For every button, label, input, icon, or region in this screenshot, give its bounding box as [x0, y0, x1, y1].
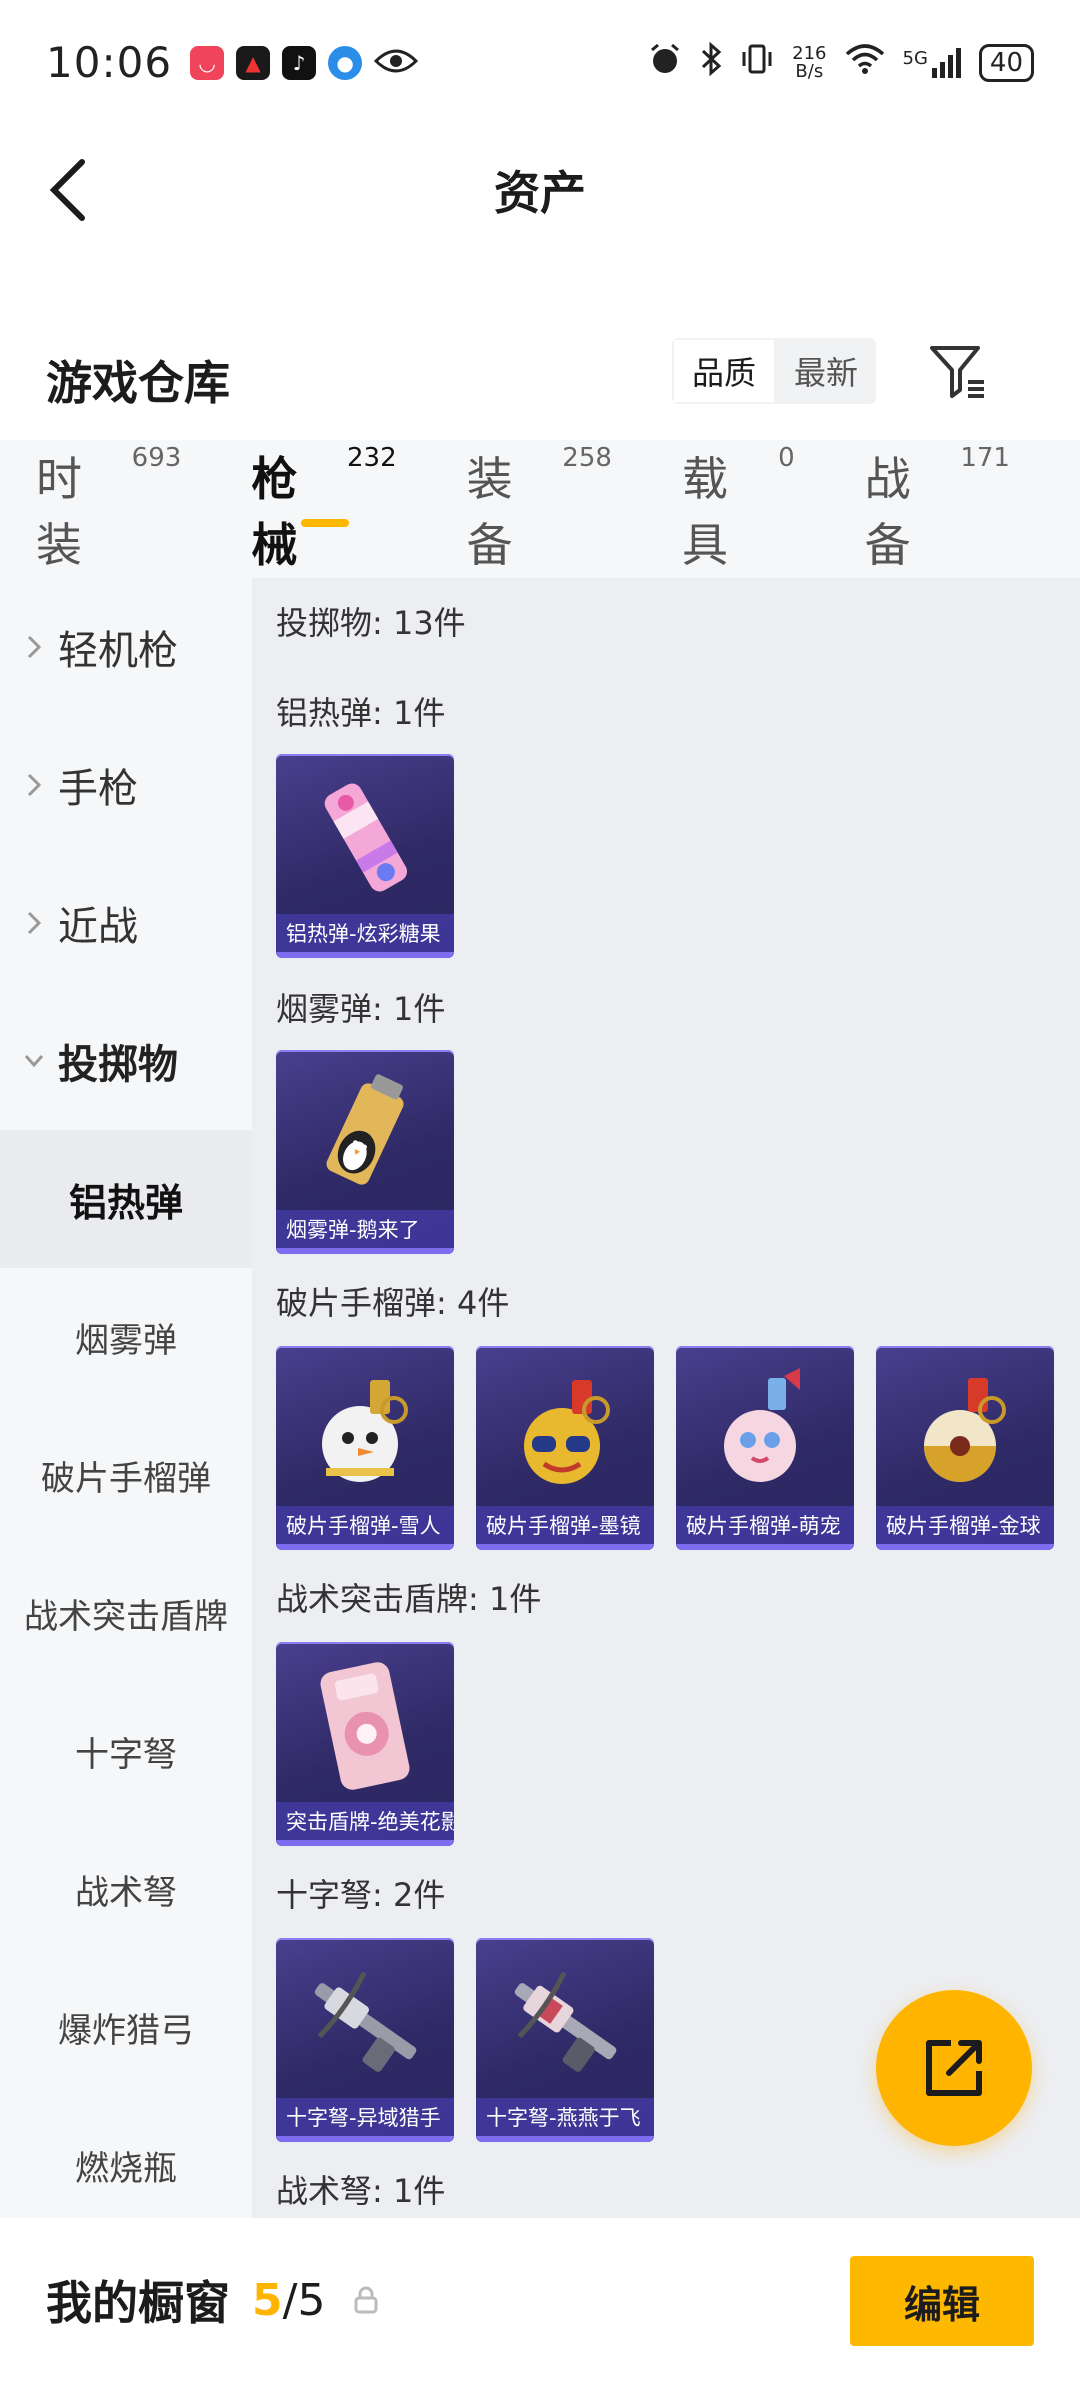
battery-indicator: 40: [978, 43, 1034, 82]
category-tabs: 时装 693 枪械 232 装备 258 载具 0 战备 171: [0, 440, 1080, 578]
chevron-right-icon: [27, 911, 42, 935]
pet-grenade-icon: [724, 1368, 800, 1482]
item-card-label: 十字弩-燕燕于飞: [476, 2098, 654, 2136]
bluetooth-icon: [700, 41, 722, 84]
chevron-right-icon: [27, 635, 42, 659]
item-card-label: 铝热弹-炫彩糖果: [276, 914, 454, 952]
section-header: 游戏仓库 品质 最新: [0, 320, 1080, 440]
sidebar-subitem-thermite[interactable]: 铝热弹: [0, 1130, 252, 1268]
network-speed: 216 B/s: [792, 42, 827, 82]
sidebar-subitem-smoke[interactable]: 烟雾弹: [0, 1268, 252, 1406]
sidebar-subitem-explosive-bow[interactable]: 爆炸猎弓: [0, 1958, 252, 2096]
sidebar-subitem-crossbow[interactable]: 十字弩: [0, 1682, 252, 1820]
item-card[interactable]: 破片手榴弹-金球: [876, 1346, 1054, 1550]
lock-icon: [354, 2286, 378, 2314]
crossbow-icon: [314, 1971, 417, 2072]
item-card[interactable]: 突击盾牌-绝美花影: [276, 1642, 454, 1846]
tab-vehicles[interactable]: 载具 0: [682, 443, 795, 575]
item-card[interactable]: 十字弩-燕燕于飞: [476, 1938, 654, 2142]
item-grid: 投掷物: 13件 铝热弹: 1件 铝热弹-炫彩糖果 烟雾弹: 1件 烟雾弹-鹅来…: [252, 578, 1080, 2218]
gold-ball-grenade-icon: [924, 1378, 1006, 1482]
active-tab-indicator: [301, 519, 350, 527]
filter-icon: [930, 346, 984, 398]
shopping-app-icon: ◡: [190, 45, 225, 80]
sort-option-quality[interactable]: 品质: [672, 338, 776, 404]
tab-equipment[interactable]: 装备 258: [467, 443, 612, 575]
sidebar-subitem-frag[interactable]: 破片手榴弹: [0, 1406, 252, 1544]
item-card[interactable]: 烟雾弹-鹅来了: [276, 1050, 454, 1254]
back-button[interactable]: [38, 155, 98, 225]
flower-shield-icon: [320, 1662, 410, 1790]
sort-toggle: 品质 最新: [672, 338, 876, 404]
sunglasses-grenade-icon: [524, 1380, 610, 1484]
group-title-frag: 破片手榴弹: 4件: [276, 1284, 510, 1322]
chevron-down-icon: [24, 1055, 44, 1068]
filter-button[interactable]: [928, 342, 988, 402]
showcase-count: 5/5: [252, 2274, 326, 2326]
group-title-thermite: 铝热弹: 1件: [276, 694, 446, 732]
item-card-label: 破片手榴弹-墨镜: [476, 1506, 654, 1544]
item-card[interactable]: 铝热弹-炫彩糖果: [276, 754, 454, 958]
vibrate-icon: [740, 42, 774, 84]
sidebar-item-lmg[interactable]: 轻机枪: [0, 578, 252, 716]
penguin-smoke-grenade-icon: [326, 1074, 404, 1185]
category-sidebar: 轻机枪 手枪 近战 投掷物 铝热弹 烟雾弹 破片手榴弹 战术突击盾牌 十字弩 战…: [0, 578, 252, 2218]
throwables-summary: 投掷物: 13件: [276, 604, 466, 642]
group-title-crossbow: 十字弩: 2件: [276, 1876, 446, 1914]
item-card[interactable]: 破片手榴弹-墨镜: [476, 1346, 654, 1550]
page-title: 资产: [494, 166, 586, 220]
item-card[interactable]: 破片手榴弹-雪人: [276, 1346, 454, 1550]
sidebar-item-pistol[interactable]: 手枪: [0, 716, 252, 854]
tiktok-icon: ♪: [282, 45, 317, 80]
notification-icons: ◡ ▲ ♪ ●: [190, 45, 419, 80]
sidebar-subitem-tactical-crossbow[interactable]: 战术弩: [0, 1820, 252, 1958]
group-title-smoke: 烟雾弹: 1件: [276, 990, 446, 1028]
status-time: 10:06: [46, 38, 173, 87]
item-card-label: 烟雾弹-鹅来了: [276, 1210, 454, 1248]
edit-button[interactable]: 编辑: [850, 2256, 1034, 2346]
sidebar-subitem-shield[interactable]: 战术突击盾牌: [0, 1544, 252, 1682]
item-card-label: 十字弩-异域猎手: [276, 2098, 454, 2136]
item-card[interactable]: 十字弩-异域猎手: [276, 1938, 454, 2142]
item-card[interactable]: 破片手榴弹-萌宠: [676, 1346, 854, 1550]
crossbow-icon: [514, 1971, 617, 2072]
external-link-icon: [926, 2040, 982, 2096]
eye-icon: [373, 46, 419, 80]
group-title-tactical-crossbow: 战术弩: 1件: [276, 2172, 446, 2210]
candy-grenade-icon: [324, 783, 408, 892]
sidebar-subitem-molotov[interactable]: 燃烧瓶: [0, 2096, 252, 2234]
showcase-label: 我的橱窗: [46, 2276, 230, 2330]
chevron-right-icon: [27, 773, 42, 797]
game-app-icon: ▲: [236, 45, 271, 80]
showcase-bar: 我的橱窗 5/5 编辑: [0, 2218, 1080, 2382]
sidebar-item-throwables[interactable]: 投掷物: [0, 992, 252, 1130]
app-header: 资产: [0, 125, 1080, 255]
item-card-label: 破片手榴弹-雪人: [276, 1506, 454, 1544]
item-card-label: 突击盾牌-绝美花影: [276, 1802, 454, 1840]
sort-option-latest[interactable]: 最新: [776, 338, 876, 404]
sidebar-item-melee[interactable]: 近战: [0, 854, 252, 992]
item-card-label: 破片手榴弹-金球: [876, 1506, 1054, 1544]
share-button[interactable]: [876, 1990, 1032, 2146]
section-title: 游戏仓库: [46, 356, 230, 410]
tab-fashion[interactable]: 时装 693: [36, 443, 181, 575]
alarm-icon: [648, 42, 682, 84]
tab-firearms[interactable]: 枪械 232: [251, 443, 396, 575]
wifi-icon: [845, 43, 885, 82]
cellular-signal: 5G: [903, 47, 961, 78]
snowman-grenade-icon: [322, 1380, 408, 1482]
browser-icon: ●: [328, 45, 363, 80]
item-card-label: 破片手榴弹-萌宠: [676, 1506, 854, 1544]
tab-supplies[interactable]: 战备 171: [865, 443, 1010, 575]
status-bar: 10:06 ◡ ▲ ♪ ● 216 B/s 5G 40: [0, 0, 1080, 125]
chevron-left-icon: [49, 159, 85, 221]
group-title-shield: 战术突击盾牌: 1件: [276, 1580, 542, 1618]
